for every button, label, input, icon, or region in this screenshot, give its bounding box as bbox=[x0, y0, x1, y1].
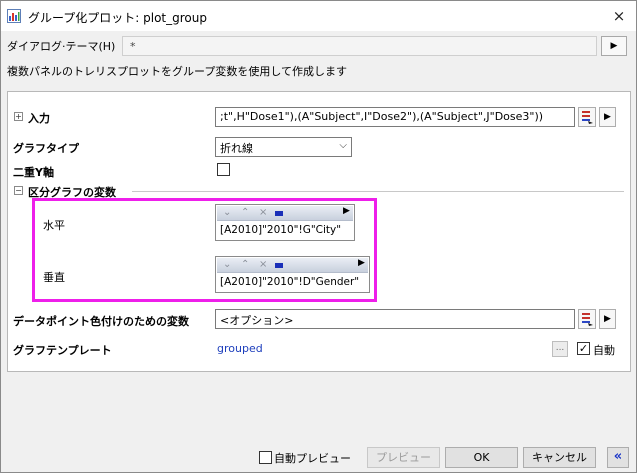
input-menu-button[interactable]: ▶ bbox=[599, 107, 616, 127]
select-data-icon[interactable] bbox=[275, 211, 283, 216]
graph-type-value: 折れ線 bbox=[220, 142, 253, 155]
double-y-label: 二重Y軸 bbox=[13, 166, 54, 179]
app-icon bbox=[7, 9, 21, 23]
play-arrow-icon[interactable]: ▶ bbox=[358, 258, 365, 268]
double-y-checkbox[interactable] bbox=[217, 163, 230, 176]
dialog-description: 複数パネルのトレリスプロットをグループ変数を使用して作成します bbox=[7, 65, 348, 78]
ellipsis-icon: ... bbox=[555, 343, 565, 353]
ok-button[interactable]: OK bbox=[445, 447, 518, 468]
template-label: グラフテンプレート bbox=[13, 344, 112, 357]
group-section-expander-icon[interactable]: − bbox=[14, 186, 23, 195]
play-arrow-icon: ▶ bbox=[604, 314, 611, 324]
preview-button[interactable]: プレビュー bbox=[367, 447, 440, 468]
move-up-icon[interactable]: ⌃ bbox=[241, 259, 249, 270]
horizontal-label: 水平 bbox=[43, 219, 65, 232]
theme-field[interactable]: * bbox=[122, 36, 597, 56]
close-button[interactable]: × bbox=[608, 5, 630, 27]
double-chevron-left-icon: « bbox=[613, 449, 623, 464]
select-data-icon[interactable] bbox=[275, 263, 283, 268]
play-arrow-icon: ▶ bbox=[604, 112, 611, 122]
color-variable-field[interactable]: <オプション> bbox=[215, 309, 575, 329]
template-auto-checkbox[interactable]: ✓ bbox=[577, 342, 590, 355]
auto-preview-label: 自動プレビュー bbox=[274, 452, 351, 465]
horizontal-variable-value: [A2010]"2010"!G"City" bbox=[220, 224, 342, 236]
move-down-icon[interactable]: ⌄ bbox=[223, 259, 231, 270]
theme-menu-button[interactable]: ▶ bbox=[601, 36, 627, 56]
vertical-variable-value: [A2010]"2010"!D"Gender" bbox=[220, 276, 360, 288]
window-title: グループ化プロット: plot_group bbox=[28, 11, 207, 25]
move-down-icon[interactable]: ⌄ bbox=[223, 207, 231, 218]
collapse-button[interactable]: « bbox=[607, 447, 629, 468]
dialog-window: グループ化プロット: plot_group × ダイアログ·テーマ(H) * ▶… bbox=[0, 0, 637, 473]
cancel-button[interactable]: キャンセル bbox=[523, 447, 596, 468]
close-icon: × bbox=[612, 7, 626, 25]
select-columns-icon[interactable] bbox=[578, 309, 596, 329]
color-variable-label: データポイント色付けのための変数 bbox=[13, 315, 189, 328]
template-value[interactable]: grouped bbox=[217, 342, 263, 355]
template-auto-label: 自動 bbox=[593, 344, 615, 357]
vertical-label: 垂直 bbox=[43, 271, 65, 284]
play-arrow-icon[interactable]: ▶ bbox=[343, 206, 350, 216]
horizontal-variable-widget[interactable]: ⌄ ⌃ × ▶ [A2010]"2010"!G"City" bbox=[215, 204, 355, 241]
chevron-down-icon: ⌵ bbox=[339, 140, 347, 151]
remove-icon[interactable]: × bbox=[259, 259, 267, 270]
graph-type-label: グラフタイプ bbox=[13, 142, 79, 155]
auto-preview-checkbox[interactable] bbox=[259, 451, 272, 464]
move-up-icon[interactable]: ⌃ bbox=[241, 207, 249, 218]
title-bar: グループ化プロット: plot_group × bbox=[1, 1, 636, 31]
template-browse-button[interactable]: ... bbox=[552, 341, 568, 357]
vertical-variable-widget[interactable]: ⌄ ⌃ × ▶ [A2010]"2010"!D"Gender" bbox=[215, 256, 370, 293]
select-columns-icon[interactable] bbox=[578, 107, 596, 127]
play-arrow-icon: ▶ bbox=[610, 41, 618, 51]
section-divider bbox=[132, 191, 624, 192]
graph-type-select[interactable]: 折れ線 ⌵ bbox=[215, 137, 352, 157]
theme-label: ダイアログ·テーマ(H) bbox=[7, 40, 116, 53]
input-label: 入力 bbox=[28, 112, 50, 125]
remove-icon[interactable]: × bbox=[259, 207, 267, 218]
vertical-variable-toolbar: ⌄ ⌃ × ▶ bbox=[217, 258, 368, 273]
horizontal-variable-toolbar: ⌄ ⌃ × ▶ bbox=[217, 206, 353, 221]
color-variable-menu-button[interactable]: ▶ bbox=[599, 309, 616, 329]
check-icon: ✓ bbox=[578, 342, 589, 355]
input-field[interactable]: ;t",H"Dose1"),(A"Subject",I"Dose2"),(A"S… bbox=[215, 107, 575, 127]
